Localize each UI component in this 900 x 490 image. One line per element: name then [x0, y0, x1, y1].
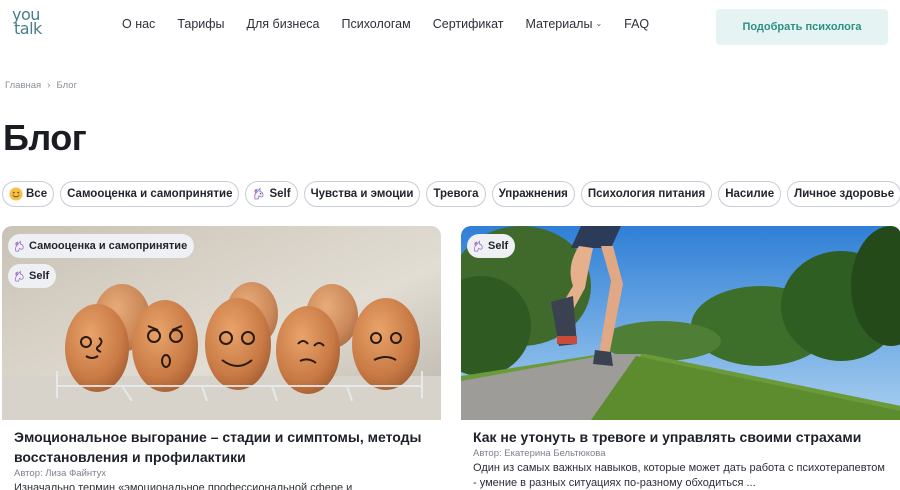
nav-pricing[interactable]: Тарифы [177, 17, 224, 31]
filter-chip-label: Насилие [725, 188, 775, 200]
unicorn-icon [15, 239, 24, 252]
article-tag-label: Самооценка и самопринятие [29, 240, 188, 252]
nav-about[interactable]: О нас [122, 17, 155, 31]
article-tags: Self [467, 234, 516, 264]
filter-chip-nutrition[interactable]: Психология питания [580, 181, 713, 207]
find-psychologist-button[interactable]: Подобрать психолога [716, 9, 888, 45]
article-tag[interactable]: Self [8, 264, 57, 288]
filter-chip-label: Self [269, 188, 291, 200]
logo-text-talk: talk [14, 19, 42, 38]
category-filters: Все Самооценка и самопринятие Self Чувст… [2, 181, 900, 207]
article-tag[interactable]: Самооценка и самопринятие [8, 234, 195, 258]
article-tag[interactable]: Self [467, 234, 516, 258]
chevron-down-icon: ⌄ [595, 19, 603, 28]
main-nav: О нас Тарифы Для бизнеса Психологам Серт… [122, 17, 671, 31]
article-tag-label: Self [29, 270, 50, 282]
nav-faq[interactable]: FAQ [624, 17, 649, 31]
smile-emoji-icon [9, 187, 23, 201]
nav-certificate[interactable]: Сертификат [433, 17, 504, 31]
filter-chip-feelings[interactable]: Чувства и эмоции [303, 181, 421, 207]
chevron-right-icon: › [47, 80, 51, 91]
filter-chip-violence[interactable]: Насилие [718, 181, 782, 207]
article-excerpt: Изначально термин «эмоциональное професс… [14, 482, 353, 490]
breadcrumb-current: Блог [56, 80, 78, 91]
article-title[interactable]: Эмоциональное выгорание – стадии и симпт… [14, 427, 431, 467]
unicorn-icon [474, 239, 483, 252]
article-author: Автор: Лиза Файнтух [14, 468, 107, 479]
page-title: Блог [3, 117, 87, 158]
filter-chip-label: Тревога [433, 188, 479, 200]
youtalk-logo[interactable]: you talk [12, 7, 56, 42]
filter-chip-anxiety[interactable]: Тревога [426, 181, 486, 207]
filter-chip-self-esteem[interactable]: Самооценка и самопринятие [60, 181, 240, 207]
filter-chip-exercises[interactable]: Упражнения [491, 181, 575, 207]
article-card[interactable]: Самооценка и самопринятие Self Эмоционал… [2, 226, 441, 490]
unicorn-icon [254, 187, 264, 200]
filter-chip-label: Психология питания [587, 188, 706, 200]
filter-chip-label: Чувства и эмоции [310, 188, 414, 200]
article-tag-label: Self [488, 240, 509, 252]
nav-materials[interactable]: Материалы ⌄ [526, 17, 603, 31]
article-body: Как не утонуть в тревоге и управлять сво… [461, 420, 900, 490]
unicorn-icon [15, 269, 24, 282]
article-author: Автор: Екатерина Бельтюкова [473, 448, 606, 459]
article-title[interactable]: Как не утонуть в тревоге и управлять сво… [473, 427, 891, 447]
site-header: you talk О нас Тарифы Для бизнеса Психол… [0, 0, 900, 52]
article-excerpt: Один из самых важных навыков, которые мо… [473, 462, 885, 489]
filter-chip-label: Самооценка и самопринятие [67, 188, 233, 200]
article-tags: Самооценка и самопринятие Self [8, 234, 195, 294]
filter-chip-health[interactable]: Личное здоровье [787, 181, 900, 207]
nav-business[interactable]: Для бизнеса [247, 17, 320, 31]
article-image-runner [461, 226, 900, 420]
breadcrumb-home[interactable]: Главная [5, 80, 41, 91]
filter-chip-label: Все [26, 188, 48, 200]
filter-chip-all[interactable]: Все [2, 181, 55, 207]
filter-chip-label: Личное здоровье [794, 188, 895, 200]
article-card[interactable]: Self Как не утонуть в тревоге и управлят… [461, 226, 900, 490]
filter-chip-self[interactable]: Self [245, 181, 298, 207]
article-body: Эмоциональное выгорание – стадии и симпт… [2, 420, 441, 490]
filter-chip-label: Упражнения [498, 188, 568, 200]
nav-materials-label: Материалы [525, 17, 593, 31]
breadcrumb: Главная › Блог [5, 80, 77, 91]
nav-psychologists[interactable]: Психологам [341, 17, 410, 31]
